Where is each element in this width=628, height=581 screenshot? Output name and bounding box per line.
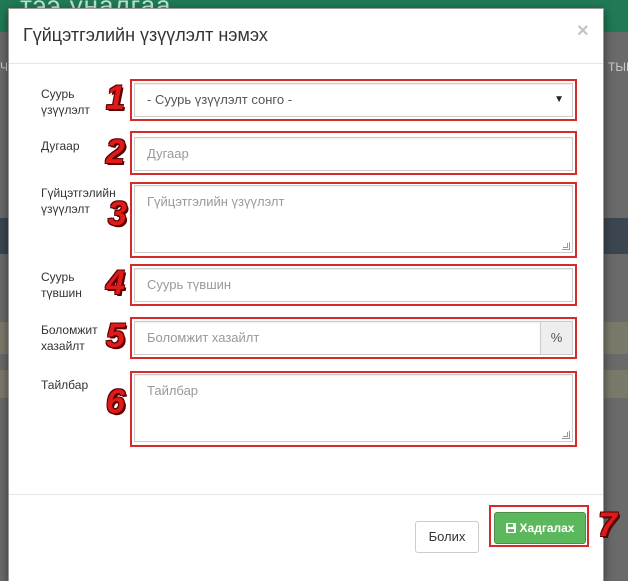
percent-addon: % xyxy=(540,321,573,355)
number-placeholder: Дугаар xyxy=(147,146,189,161)
base-indicator-selected-value: - Суурь үзүүлэлт сонго - xyxy=(147,92,293,107)
resize-handle-icon[interactable] xyxy=(562,242,570,250)
description-textarea[interactable]: Тайлбар xyxy=(134,374,573,442)
marker-4: 4 xyxy=(106,264,125,302)
close-icon[interactable]: × xyxy=(577,21,589,41)
background-edge-text: ТЫН xyxy=(608,60,628,74)
marker-3: 3 xyxy=(108,195,127,233)
number-input[interactable]: Дугаар xyxy=(134,137,573,171)
resize-handle-icon[interactable] xyxy=(562,431,570,439)
modal-title: Гүйцэтгэлийн үзүүлэлт нэмэх xyxy=(23,25,268,45)
marker-6: 6 xyxy=(106,383,125,421)
modal-header: Гүйцэтгэлийн үзүүлэлт нэмэх × xyxy=(9,9,603,64)
add-performance-indicator-modal: Гүйцэтгэлийн үзүүлэлт нэмэх × Суурь үзүү… xyxy=(8,8,604,581)
marker-2: 2 xyxy=(106,133,125,171)
description-placeholder: Тайлбар xyxy=(147,383,199,398)
possible-deviation-placeholder: Боломжит хазайлт xyxy=(147,330,260,345)
base-level-input[interactable]: Суурь түвшин xyxy=(134,268,573,302)
performance-indicator-textarea[interactable]: Гүйцэтгэлийн үзүүлэлт xyxy=(134,185,573,253)
performance-indicator-placeholder: Гүйцэтгэлийн үзүүлэлт xyxy=(147,194,285,209)
dropdown-arrow-icon: ▼ xyxy=(554,94,564,105)
marker-7: 7 xyxy=(598,506,617,544)
marker-5: 5 xyxy=(106,317,125,355)
save-button-label: Хадгалах xyxy=(519,521,575,535)
base-indicator-select[interactable]: - Суурь үзүүлэлт сонго - ▼ xyxy=(134,83,573,117)
marker-1: 1 xyxy=(106,79,125,117)
save-button[interactable]: Хадгалах xyxy=(494,512,586,544)
floppy-disk-icon xyxy=(505,523,516,533)
cancel-button[interactable]: Болих xyxy=(415,521,479,553)
base-level-placeholder: Суурь түвшин xyxy=(147,277,232,292)
possible-deviation-input[interactable]: Боломжит хазайлт xyxy=(134,321,541,355)
